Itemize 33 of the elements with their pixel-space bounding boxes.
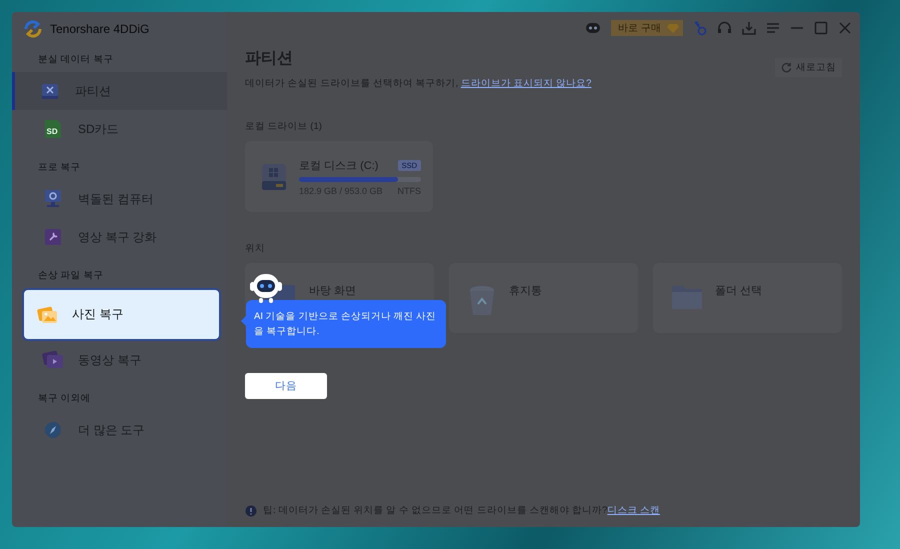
section-heading: 프로 복구 [37,161,82,175]
key-icon[interactable] [693,20,707,36]
section-heading: 손상 파일 복구 [37,269,104,283]
compass-icon [44,421,62,439]
sd-card-icon: SD [44,119,62,139]
section-heading: 복구 이외에 [37,392,92,406]
info-icon [245,504,257,516]
video-icon [42,351,64,369]
diamond-icon [667,23,679,33]
buy-now-button[interactable]: 바로 구매 [611,20,683,36]
headset-icon[interactable] [717,21,732,35]
hard-drive-icon [261,162,287,192]
next-button[interactable]: 다음 [245,373,327,399]
subtitle-link[interactable]: 드라이브가 표시되지 않나요? [460,78,592,89]
video-wrench-icon [44,228,62,246]
robot-icon[interactable] [585,22,602,34]
sidebar-item[interactable]: 사진 복구 [22,288,221,341]
photo-icon [36,306,58,324]
app-logo-icon [24,20,42,38]
refresh-icon [781,62,792,72]
section-heading: 분실 데이터 복구 [37,53,114,67]
ai-tooltip: AI 기술을 기반으로 손상되거나 깨진 사진을 복구합니다. [246,300,446,348]
close-icon[interactable] [838,21,852,35]
app-title: Tenorshare 4DDiG [50,22,150,36]
download-icon[interactable] [742,21,756,35]
robot-mascot-icon [249,272,283,304]
drive-icon [41,82,59,100]
monitor-icon [44,189,62,209]
menu-icon[interactable] [766,22,780,34]
maximize-icon[interactable] [814,21,828,35]
recycle-bin-icon [467,283,497,317]
disk-scan-link[interactable]: 디스크 스캔 [607,505,660,516]
folder-icon [671,283,703,311]
